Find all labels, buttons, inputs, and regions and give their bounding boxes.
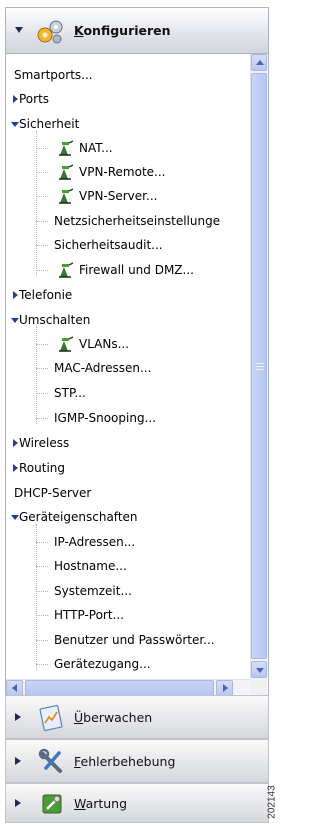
maintenance-icon	[42, 794, 62, 814]
tree-item-mac-adressen[interactable]: MAC-Adressen...	[6, 357, 249, 379]
ueberwachen-section[interactable]: Überwachen	[5, 695, 269, 739]
navigation-tree: Smartports... Ports Sicherheit NAT... VP…	[6, 54, 249, 679]
scrollbar-corner	[251, 679, 267, 695]
tools-icon	[38, 748, 62, 773]
tree-item-stp[interactable]: STP...	[6, 382, 249, 404]
fehlerbehebung-label: Fehlerbehebung	[74, 754, 176, 769]
arrow-right-icon	[223, 684, 228, 692]
expand-arrow-icon[interactable]	[15, 713, 21, 721]
horizontal-scroll-thumb[interactable]	[25, 680, 214, 695]
tree-item-routing[interactable]: Routing	[6, 457, 249, 479]
expand-arrow-icon[interactable]	[15, 799, 21, 807]
tree-item-geraeteeigenschaften[interactable]: Geräteigenschaften	[6, 506, 249, 528]
tree-item-hostname[interactable]: Hostname...	[6, 555, 249, 577]
tree-item-vpn-remote[interactable]: VPN-Remote...	[6, 161, 249, 183]
expand-arrow-icon[interactable]	[13, 439, 18, 447]
tree-item-http-port[interactable]: HTTP-Port...	[6, 604, 249, 626]
tree-item-benutzer-passwoerter[interactable]: Benutzer und Passwörter...	[6, 629, 249, 651]
scroll-up-button[interactable]	[251, 54, 267, 71]
tree-item-telefonie[interactable]: Telefonie	[6, 284, 249, 306]
collapse-arrow-icon[interactable]	[11, 318, 19, 323]
expand-arrow-icon[interactable]	[15, 757, 21, 765]
tree-item-netzsicherheitseinstellungen[interactable]: Netzsicherheitseinstellunge	[6, 210, 249, 232]
scroll-thumb[interactable]	[251, 73, 267, 659]
wizard-icon	[59, 336, 74, 352]
wizard-icon	[59, 140, 74, 156]
collapse-arrow-icon[interactable]	[11, 515, 19, 520]
tree-item-igmp-snooping[interactable]: IGMP-Snooping...	[6, 407, 249, 429]
tree-item-nat[interactable]: NAT...	[6, 137, 249, 159]
konfigurieren-header[interactable]: Konfigurieren	[5, 7, 269, 54]
monitor-chart-icon	[39, 704, 63, 732]
tree-item-vpn-server[interactable]: VPN-Server...	[6, 185, 249, 207]
expand-arrow-icon[interactable]	[13, 291, 18, 299]
navigation-tree-panel: Smartports... Ports Sicherheit NAT... VP…	[5, 54, 269, 695]
tree-item-umschalten[interactable]: Umschalten	[6, 309, 249, 331]
wizard-icon	[59, 164, 74, 180]
arrow-left-icon	[12, 684, 17, 692]
scroll-down-button[interactable]	[251, 661, 267, 678]
collapse-arrow-icon[interactable]	[11, 122, 19, 127]
figure-id: 202143	[266, 785, 278, 819]
horizontal-scrollbar[interactable]	[6, 679, 251, 695]
scroll-left-button[interactable]	[6, 680, 23, 695]
wizard-icon	[59, 188, 74, 204]
tree-item-sicherheit[interactable]: Sicherheit	[6, 113, 249, 135]
tree-item-ip-adressen[interactable]: IP-Adressen...	[6, 531, 249, 553]
vertical-scrollbar[interactable]	[250, 54, 268, 679]
tree-item-smartports[interactable]: Smartports...	[6, 64, 249, 86]
tree-item-firewall-dmz[interactable]: Firewall und DMZ...	[6, 259, 249, 281]
arrow-down-icon	[256, 668, 264, 673]
tree-item-wireless[interactable]: Wireless	[6, 432, 249, 454]
arrow-up-icon	[256, 60, 264, 65]
expand-arrow-icon[interactable]	[13, 464, 18, 472]
konfigurieren-title: Konfigurieren	[74, 23, 171, 38]
collapse-arrow-icon[interactable]	[15, 27, 23, 33]
tree-item-dhcp-server[interactable]: DHCP-Server	[6, 482, 249, 504]
wartung-section[interactable]: Wartung	[5, 783, 269, 823]
tree-item-ports[interactable]: Ports	[6, 88, 249, 110]
gears-icon	[37, 20, 63, 44]
ueberwachen-label: Überwachen	[74, 710, 153, 725]
expand-arrow-icon[interactable]	[13, 95, 18, 103]
tree-item-geraetezugang[interactable]: Gerätezugang...	[6, 653, 249, 675]
fehlerbehebung-section[interactable]: Fehlerbehebung	[5, 739, 269, 783]
wartung-label: Wartung	[74, 796, 128, 811]
tree-item-systemzeit[interactable]: Systemzeit...	[6, 580, 249, 602]
task-pane: Konfigurieren Smartports... Ports Sicher…	[5, 7, 269, 823]
scroll-right-button[interactable]	[216, 680, 233, 695]
wizard-icon	[59, 262, 74, 278]
tree-item-vlans[interactable]: VLANs...	[6, 333, 249, 355]
tree-item-sicherheitsaudit[interactable]: Sicherheitsaudit...	[6, 234, 249, 256]
